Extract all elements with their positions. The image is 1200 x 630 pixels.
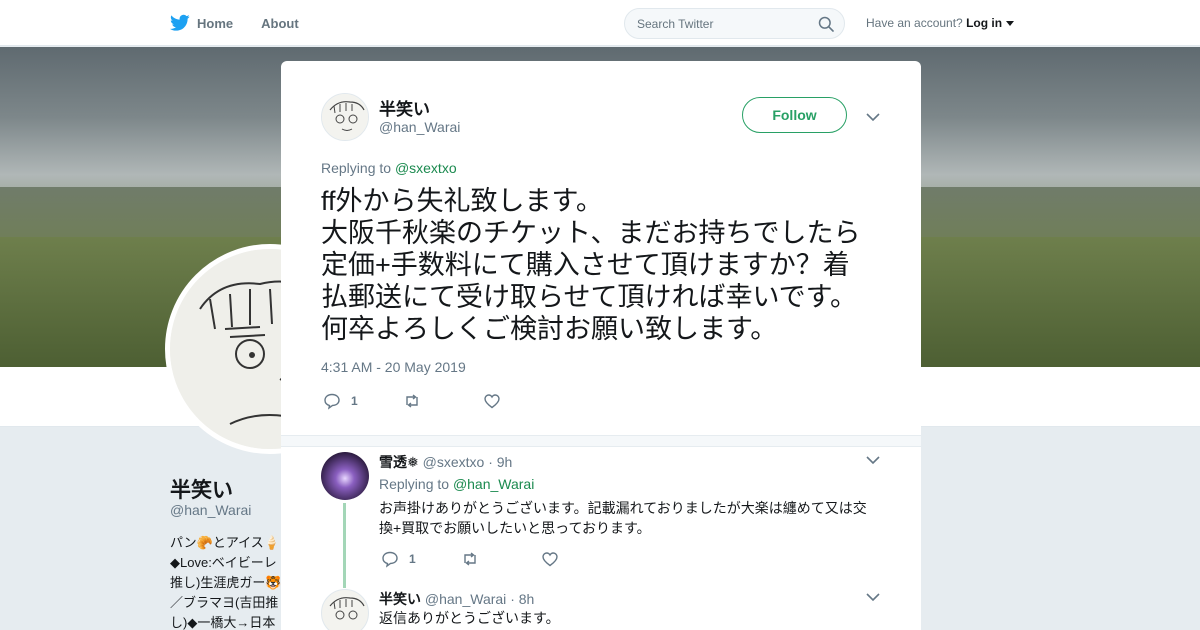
separator-dot: · xyxy=(488,454,493,470)
tweet-text-line: ff外から失礼致します。 xyxy=(321,186,603,216)
retweet-action[interactable] xyxy=(403,392,483,410)
avatar-drawing xyxy=(329,597,365,620)
tweet-author-avatar[interactable] xyxy=(321,93,369,141)
search-input[interactable] xyxy=(637,17,807,31)
retweet-icon[interactable] xyxy=(461,550,479,568)
caret-down-icon[interactable] xyxy=(1006,21,1015,27)
reply-author-handle[interactable]: @sxextxo xyxy=(423,454,485,470)
chevron-down-icon[interactable] xyxy=(866,455,880,465)
tweet-text-line: 大阪千秋楽のチケット、まだお持ちでしたら xyxy=(321,218,861,248)
heart-icon[interactable] xyxy=(541,550,559,568)
login-link[interactable]: Log in xyxy=(966,16,1002,30)
nav-home-label: Home xyxy=(197,15,234,31)
search-box[interactable] xyxy=(624,8,845,39)
replying-to-link[interactable]: @han_Warai xyxy=(453,476,534,492)
retweet-icon[interactable] xyxy=(403,392,421,410)
account-login-prompt: Have an account? Log in xyxy=(866,16,1015,30)
tweet-text: ff外から失礼致します。 大阪千秋楽のチケット、まだお持ちでしたら 定価+手数料… xyxy=(321,185,891,345)
like-action[interactable] xyxy=(483,392,563,410)
reply-text-line: お声掛けありがとうございます。記載漏れておりましたが大楽は纏めて又は交 xyxy=(379,500,867,516)
nav-home-link[interactable]: Home xyxy=(170,14,233,32)
reply-age[interactable]: 9h xyxy=(497,454,513,470)
reply-action[interactable]: 1 xyxy=(381,550,461,568)
nav-left-group: Home About xyxy=(170,0,327,46)
tweet-author-name[interactable]: 半笑い xyxy=(379,95,430,120)
tweet-text-line: 何卒よろしくご検討お願い致します。 xyxy=(321,314,778,344)
reply-text-line: 換+買取でお願いしたいと思っております。 xyxy=(379,520,651,536)
replying-prefix: Replying to xyxy=(379,476,450,492)
nav-about-link[interactable]: About xyxy=(261,16,299,31)
search-icon[interactable] xyxy=(818,16,834,32)
reply-actions: 1 xyxy=(381,550,621,568)
reply-text: 返信ありがとうございます。 xyxy=(379,608,879,628)
reply-author-handle[interactable]: @han_Warai xyxy=(425,591,506,607)
reply-header: 雪透❅ @sxextxo · 9h xyxy=(379,452,512,472)
reply-text-line: 返信ありがとうございます。 xyxy=(379,610,560,626)
tweet-actions: 1 xyxy=(323,392,563,410)
reply-author-avatar[interactable] xyxy=(321,452,369,500)
nav-about-label: About xyxy=(261,15,299,31)
reply-author-name[interactable]: 半笑い xyxy=(379,591,421,607)
tweet-text-line: 払郵送にて受け取らせて頂ければ幸いです。 xyxy=(321,282,857,312)
tweet-author-handle[interactable]: @han_Warai xyxy=(379,119,460,135)
chevron-down-icon[interactable] xyxy=(866,592,880,602)
reply-text: お声掛けありがとうございます。記載漏れておりましたが大楽は纏めて又は交 換+買取… xyxy=(379,498,879,538)
chevron-down-icon[interactable] xyxy=(866,112,880,122)
heart-icon[interactable] xyxy=(483,392,501,410)
follow-button[interactable]: Follow xyxy=(742,97,847,133)
tweet-modal: 半笑い @han_Warai Follow Replying to @sxext… xyxy=(281,61,921,630)
reply-author-avatar[interactable] xyxy=(321,589,369,630)
close-icon[interactable] xyxy=(1155,13,1177,35)
separator-dot: · xyxy=(510,591,515,607)
retweet-action[interactable] xyxy=(461,550,541,568)
tweet-timestamp[interactable]: 4:31 AM - 20 May 2019 xyxy=(321,359,466,375)
tweet-text-line: 定価+手数料にて購入させて頂けますか？着 xyxy=(321,250,850,280)
reply-count: 1 xyxy=(351,394,358,408)
reply-icon[interactable] xyxy=(381,550,399,568)
replying-to-link[interactable]: @sxextxo xyxy=(395,160,457,176)
reply-icon[interactable] xyxy=(323,392,341,410)
thread-connector-line xyxy=(343,503,346,588)
reply-replying-to-line: Replying to @han_Warai xyxy=(379,476,534,492)
reply-header: 半笑い @han_Warai · 8h xyxy=(379,589,534,609)
reply-count: 1 xyxy=(409,552,416,566)
avatar-image xyxy=(321,452,369,500)
avatar-drawing xyxy=(322,94,368,140)
reply-author-name[interactable]: 雪透❅ xyxy=(379,454,419,470)
replying-to-line: Replying to @sxextxo xyxy=(321,160,457,176)
twitter-bird-icon xyxy=(170,14,190,31)
top-navigation-bar: Home About Have an account? Log in xyxy=(0,0,1200,46)
replies-divider xyxy=(281,435,921,447)
like-action[interactable] xyxy=(541,550,621,568)
replying-prefix: Replying to xyxy=(321,160,392,176)
account-prompt-text: Have an account? xyxy=(866,16,963,30)
reply-action[interactable]: 1 xyxy=(323,392,403,410)
reply-age[interactable]: 8h xyxy=(519,591,535,607)
